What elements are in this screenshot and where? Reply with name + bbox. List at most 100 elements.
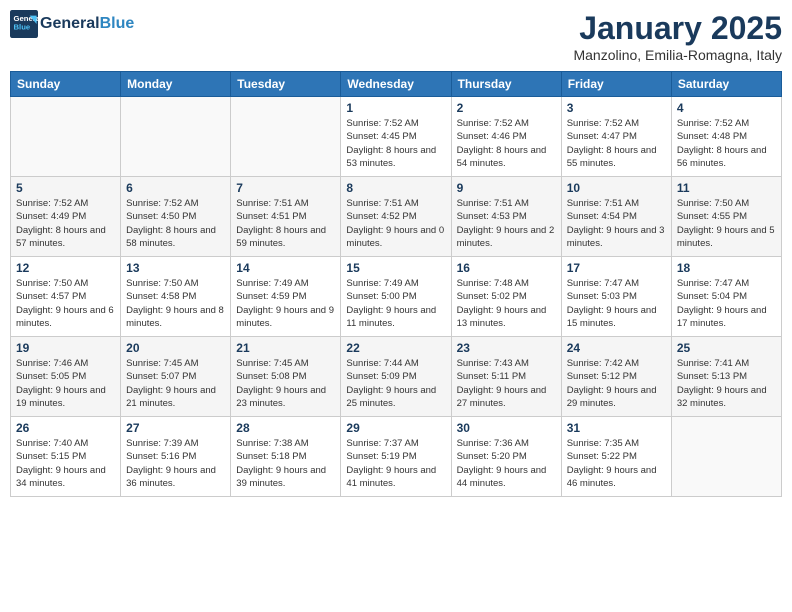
weekday-header: Monday bbox=[121, 72, 231, 97]
day-info: Sunrise: 7:51 AM Sunset: 4:53 PM Dayligh… bbox=[457, 197, 556, 250]
logo-icon: General Blue bbox=[10, 10, 38, 38]
day-info: Sunrise: 7:41 AM Sunset: 5:13 PM Dayligh… bbox=[677, 357, 776, 410]
calendar-cell: 14 Sunrise: 7:49 AM Sunset: 4:59 PM Dayli… bbox=[231, 257, 341, 337]
day-number: 27 bbox=[126, 421, 225, 435]
day-info: Sunrise: 7:35 AM Sunset: 5:22 PM Dayligh… bbox=[567, 437, 666, 490]
day-number: 23 bbox=[457, 341, 556, 355]
day-info: Sunrise: 7:52 AM Sunset: 4:50 PM Dayligh… bbox=[126, 197, 225, 250]
day-info: Sunrise: 7:49 AM Sunset: 4:59 PM Dayligh… bbox=[236, 277, 335, 330]
week-row: 5 Sunrise: 7:52 AM Sunset: 4:49 PM Daylig… bbox=[11, 177, 782, 257]
calendar-cell: 7Sunrise: 7:51 AM Sunset: 4:51 PM Daylig… bbox=[231, 177, 341, 257]
day-number: 28 bbox=[236, 421, 335, 435]
calendar-cell bbox=[671, 417, 781, 497]
day-number: 20 bbox=[126, 341, 225, 355]
day-info: Sunrise: 7:38 AM Sunset: 5:18 PM Dayligh… bbox=[236, 437, 335, 490]
day-info: Sunrise: 7:47 AM Sunset: 5:04 PM Dayligh… bbox=[677, 277, 776, 330]
day-info: Sunrise: 7:48 AM Sunset: 5:02 PM Dayligh… bbox=[457, 277, 556, 330]
location: Manzolino, Emilia-Romagna, Italy bbox=[573, 47, 782, 63]
weekday-header-row: SundayMondayTuesdayWednesdayThursdayFrid… bbox=[11, 72, 782, 97]
calendar-cell: 23 Sunrise: 7:43 AM Sunset: 5:11 PM Dayli… bbox=[451, 337, 561, 417]
calendar-cell: 16Sunrise: 7:48 AM Sunset: 5:02 PM Dayli… bbox=[451, 257, 561, 337]
day-number: 14 bbox=[236, 261, 335, 275]
day-info: Sunrise: 7:46 AM Sunset: 5:05 PM Dayligh… bbox=[16, 357, 115, 410]
day-number: 30 bbox=[457, 421, 556, 435]
week-row: 19 Sunrise: 7:46 AM Sunset: 5:05 PM Dayli… bbox=[11, 337, 782, 417]
calendar-cell: 5 Sunrise: 7:52 AM Sunset: 4:49 PM Daylig… bbox=[11, 177, 121, 257]
weekday-header: Saturday bbox=[671, 72, 781, 97]
day-info: Sunrise: 7:50 AM Sunset: 4:58 PM Dayligh… bbox=[126, 277, 225, 330]
calendar-cell: 2 Sunrise: 7:52 AM Sunset: 4:46 PM Daylig… bbox=[451, 97, 561, 177]
calendar-cell: 22Sunrise: 7:44 AM Sunset: 5:09 PM Dayli… bbox=[341, 337, 451, 417]
calendar-cell bbox=[121, 97, 231, 177]
day-info: Sunrise: 7:45 AM Sunset: 5:07 PM Dayligh… bbox=[126, 357, 225, 410]
calendar: SundayMondayTuesdayWednesdayThursdayFrid… bbox=[10, 71, 782, 497]
title-area: January 2025 Manzolino, Emilia-Romagna, … bbox=[573, 10, 782, 63]
month-title: January 2025 bbox=[573, 10, 782, 47]
day-number: 13 bbox=[126, 261, 225, 275]
calendar-cell: 8Sunrise: 7:51 AM Sunset: 4:52 PM Daylig… bbox=[341, 177, 451, 257]
calendar-cell: 21 Sunrise: 7:45 AM Sunset: 5:08 PM Dayli… bbox=[231, 337, 341, 417]
day-number: 6 bbox=[126, 181, 225, 195]
day-info: Sunrise: 7:52 AM Sunset: 4:47 PM Dayligh… bbox=[567, 117, 666, 170]
day-info: Sunrise: 7:49 AM Sunset: 5:00 PM Dayligh… bbox=[346, 277, 445, 330]
calendar-cell: 3Sunrise: 7:52 AM Sunset: 4:47 PM Daylig… bbox=[561, 97, 671, 177]
day-info: Sunrise: 7:50 AM Sunset: 4:57 PM Dayligh… bbox=[16, 277, 115, 330]
calendar-cell: 17 Sunrise: 7:47 AM Sunset: 5:03 PM Dayli… bbox=[561, 257, 671, 337]
calendar-cell: 6 Sunrise: 7:52 AM Sunset: 4:50 PM Daylig… bbox=[121, 177, 231, 257]
calendar-cell: 31 Sunrise: 7:35 AM Sunset: 5:22 PM Dayli… bbox=[561, 417, 671, 497]
logo: General Blue GeneralBlue bbox=[10, 10, 134, 38]
day-number: 26 bbox=[16, 421, 115, 435]
week-row: 1Sunrise: 7:52 AM Sunset: 4:45 PM Daylig… bbox=[11, 97, 782, 177]
day-info: Sunrise: 7:47 AM Sunset: 5:03 PM Dayligh… bbox=[567, 277, 666, 330]
calendar-cell: 11Sunrise: 7:50 AM Sunset: 4:55 PM Dayli… bbox=[671, 177, 781, 257]
day-info: Sunrise: 7:37 AM Sunset: 5:19 PM Dayligh… bbox=[346, 437, 445, 490]
calendar-cell: 4Sunrise: 7:52 AM Sunset: 4:48 PM Daylig… bbox=[671, 97, 781, 177]
day-info: Sunrise: 7:36 AM Sunset: 5:20 PM Dayligh… bbox=[457, 437, 556, 490]
calendar-cell: 1Sunrise: 7:52 AM Sunset: 4:45 PM Daylig… bbox=[341, 97, 451, 177]
calendar-cell: 28 Sunrise: 7:38 AM Sunset: 5:18 PM Dayli… bbox=[231, 417, 341, 497]
day-info: Sunrise: 7:52 AM Sunset: 4:49 PM Dayligh… bbox=[16, 197, 115, 250]
day-number: 2 bbox=[457, 101, 556, 115]
day-number: 8 bbox=[346, 181, 445, 195]
day-info: Sunrise: 7:52 AM Sunset: 4:46 PM Dayligh… bbox=[457, 117, 556, 170]
week-row: 12 Sunrise: 7:50 AM Sunset: 4:57 PM Dayli… bbox=[11, 257, 782, 337]
day-number: 19 bbox=[16, 341, 115, 355]
day-number: 31 bbox=[567, 421, 666, 435]
day-info: Sunrise: 7:42 AM Sunset: 5:12 PM Dayligh… bbox=[567, 357, 666, 410]
calendar-cell bbox=[11, 97, 121, 177]
calendar-cell: 18 Sunrise: 7:47 AM Sunset: 5:04 PM Dayli… bbox=[671, 257, 781, 337]
day-number: 12 bbox=[16, 261, 115, 275]
calendar-cell bbox=[231, 97, 341, 177]
weekday-header: Tuesday bbox=[231, 72, 341, 97]
day-number: 10 bbox=[567, 181, 666, 195]
day-info: Sunrise: 7:51 AM Sunset: 4:51 PM Dayligh… bbox=[236, 197, 335, 250]
calendar-cell: 13 Sunrise: 7:50 AM Sunset: 4:58 PM Dayli… bbox=[121, 257, 231, 337]
day-info: Sunrise: 7:51 AM Sunset: 4:54 PM Dayligh… bbox=[567, 197, 666, 250]
calendar-cell: 20 Sunrise: 7:45 AM Sunset: 5:07 PM Dayli… bbox=[121, 337, 231, 417]
weekday-header: Thursday bbox=[451, 72, 561, 97]
day-number: 15 bbox=[346, 261, 445, 275]
day-number: 17 bbox=[567, 261, 666, 275]
logo-text: GeneralBlue bbox=[40, 15, 134, 33]
day-number: 5 bbox=[16, 181, 115, 195]
day-info: Sunrise: 7:39 AM Sunset: 5:16 PM Dayligh… bbox=[126, 437, 225, 490]
day-info: Sunrise: 7:40 AM Sunset: 5:15 PM Dayligh… bbox=[16, 437, 115, 490]
day-number: 1 bbox=[346, 101, 445, 115]
calendar-cell: 26 Sunrise: 7:40 AM Sunset: 5:15 PM Dayli… bbox=[11, 417, 121, 497]
svg-text:Blue: Blue bbox=[14, 23, 31, 32]
day-number: 18 bbox=[677, 261, 776, 275]
calendar-cell: 10 Sunrise: 7:51 AM Sunset: 4:54 PM Dayli… bbox=[561, 177, 671, 257]
calendar-cell: 24Sunrise: 7:42 AM Sunset: 5:12 PM Dayli… bbox=[561, 337, 671, 417]
calendar-cell: 27 Sunrise: 7:39 AM Sunset: 5:16 PM Dayli… bbox=[121, 417, 231, 497]
calendar-cell: 15 Sunrise: 7:49 AM Sunset: 5:00 PM Dayli… bbox=[341, 257, 451, 337]
day-info: Sunrise: 7:52 AM Sunset: 4:48 PM Dayligh… bbox=[677, 117, 776, 170]
day-number: 9 bbox=[457, 181, 556, 195]
day-info: Sunrise: 7:43 AM Sunset: 5:11 PM Dayligh… bbox=[457, 357, 556, 410]
calendar-cell: 30 Sunrise: 7:36 AM Sunset: 5:20 PM Dayli… bbox=[451, 417, 561, 497]
day-info: Sunrise: 7:44 AM Sunset: 5:09 PM Dayligh… bbox=[346, 357, 445, 410]
calendar-cell: 25Sunrise: 7:41 AM Sunset: 5:13 PM Dayli… bbox=[671, 337, 781, 417]
week-row: 26 Sunrise: 7:40 AM Sunset: 5:15 PM Dayli… bbox=[11, 417, 782, 497]
day-number: 11 bbox=[677, 181, 776, 195]
day-info: Sunrise: 7:45 AM Sunset: 5:08 PM Dayligh… bbox=[236, 357, 335, 410]
day-number: 21 bbox=[236, 341, 335, 355]
